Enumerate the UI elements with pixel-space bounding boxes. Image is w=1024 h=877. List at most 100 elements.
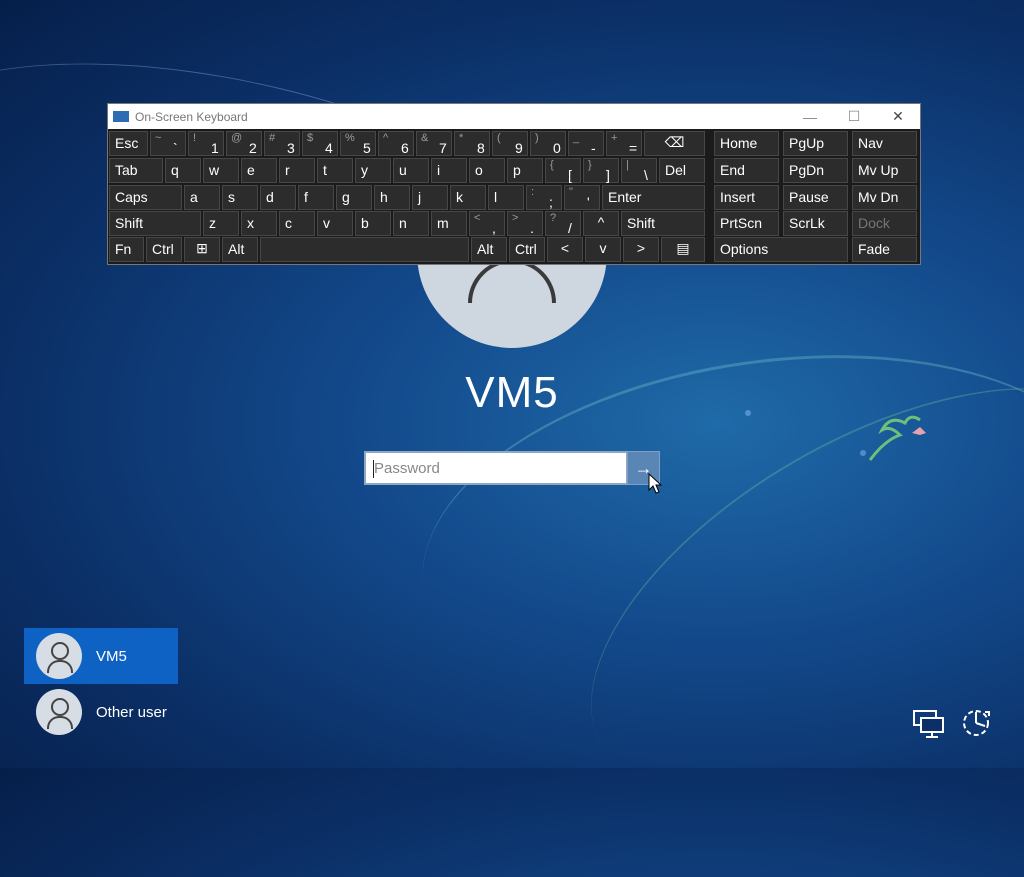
ease-of-access-icon[interactable]: [959, 706, 993, 740]
key-1[interactable]: ! 1: [188, 131, 224, 156]
key-z[interactable]: z: [203, 211, 239, 236]
key-minus[interactable]: _ -: [568, 131, 604, 156]
key-d[interactable]: d: [260, 185, 296, 210]
key-right[interactable]: >: [623, 237, 659, 262]
key-e[interactable]: e: [241, 158, 277, 183]
key-t[interactable]: t: [317, 158, 353, 183]
key-enter[interactable]: Enter: [602, 185, 705, 210]
key-s[interactable]: s: [222, 185, 258, 210]
key-k[interactable]: k: [450, 185, 486, 210]
key-down[interactable]: v: [585, 237, 621, 262]
key-lbracket[interactable]: {[: [545, 158, 581, 183]
key-l[interactable]: l: [488, 185, 524, 210]
key-u[interactable]: u: [393, 158, 429, 183]
key-v[interactable]: v: [317, 211, 353, 236]
key-lshift[interactable]: Shift: [109, 211, 201, 236]
key-backspace[interactable]: ⌫: [644, 131, 705, 156]
key-n[interactable]: n: [393, 211, 429, 236]
key-pgdn[interactable]: PgDn: [783, 158, 848, 183]
network-icon[interactable]: [911, 706, 945, 740]
osk-titlebar[interactable]: On-Screen Keyboard — ☐ ✕: [108, 104, 920, 129]
key-label: f: [304, 189, 308, 205]
key-scrlk[interactable]: ScrLk: [783, 211, 848, 236]
maximize-icon: ☐: [847, 108, 861, 124]
key-label: Shift: [115, 215, 144, 231]
key-0[interactable]: ) 0: [530, 131, 566, 156]
key-mvup[interactable]: Mv Up: [852, 158, 917, 183]
key-nav[interactable]: Nav: [852, 131, 917, 156]
key-7[interactable]: & 7: [416, 131, 452, 156]
key-5[interactable]: % 5: [340, 131, 376, 156]
key-quote[interactable]: " ': [564, 185, 600, 210]
key-label: ': [587, 194, 590, 210]
key-label: PgDn: [789, 162, 825, 178]
key-comma[interactable]: <,: [469, 211, 505, 236]
password-field[interactable]: [364, 451, 628, 485]
key-4[interactable]: $4: [302, 131, 338, 156]
key-r[interactable]: r: [279, 158, 315, 183]
key-rbracket[interactable]: }]: [583, 158, 619, 183]
key-9[interactable]: (9: [492, 131, 528, 156]
key-m[interactable]: m: [431, 211, 467, 236]
osk-keys: Esc ~ `! 1 @2 #3 $4% 5 ^ 6 & 7 * 8(9) 0 _ - + = ⌫ Home PgUp Na…: [109, 131, 920, 264]
key-q[interactable]: q: [165, 158, 201, 183]
key-i[interactable]: i: [431, 158, 467, 183]
key-f[interactable]: f: [298, 185, 334, 210]
key-j[interactable]: j: [412, 185, 448, 210]
key-rshift[interactable]: Shift: [621, 211, 705, 236]
key-tab[interactable]: Tab: [109, 158, 163, 183]
key-y[interactable]: y: [355, 158, 391, 183]
key-tilde[interactable]: ~ `: [150, 131, 186, 156]
key-p[interactable]: p: [507, 158, 543, 183]
key-a[interactable]: a: [184, 185, 220, 210]
maximize-button[interactable]: ☐: [832, 104, 876, 129]
key-backslash[interactable]: | \: [621, 158, 657, 183]
key-up[interactable]: ^: [583, 211, 619, 236]
key-ralt[interactable]: Alt: [471, 237, 507, 262]
user-list-item-other-user[interactable]: Other user: [24, 684, 178, 740]
key-pgup[interactable]: PgUp: [783, 131, 848, 156]
key-lalt[interactable]: Alt: [222, 237, 258, 262]
key-label: 1: [211, 140, 219, 156]
key-menu-icon: ▤: [676, 240, 690, 256]
key-space[interactable]: [260, 237, 469, 262]
key-prtscn[interactable]: PrtScn: [714, 211, 779, 236]
key-2[interactable]: @2: [226, 131, 262, 156]
key-o[interactable]: o: [469, 158, 505, 183]
key-b[interactable]: b: [355, 211, 391, 236]
minimize-button[interactable]: —: [788, 104, 832, 129]
key-caps[interactable]: Caps: [109, 185, 182, 210]
key-w[interactable]: w: [203, 158, 239, 183]
key-period[interactable]: >.: [507, 211, 543, 236]
key-end[interactable]: End: [714, 158, 779, 183]
user-list-item-vm5[interactable]: VM5: [24, 628, 178, 684]
key-mvdn[interactable]: Mv Dn: [852, 185, 917, 210]
key-menu[interactable]: ▤: [661, 237, 705, 262]
key-x[interactable]: x: [241, 211, 277, 236]
password-input[interactable]: [366, 453, 626, 483]
key-pause[interactable]: Pause: [783, 185, 848, 210]
key-c[interactable]: c: [279, 211, 315, 236]
key-equals[interactable]: + =: [606, 131, 642, 156]
key-label: Options: [720, 241, 769, 257]
key-home[interactable]: Home: [714, 131, 779, 156]
key-options[interactable]: Options: [714, 237, 848, 262]
key-insert[interactable]: Insert: [714, 185, 779, 210]
key-semicolon[interactable]: :;: [526, 185, 562, 210]
key-dock[interactable]: Dock: [852, 211, 917, 236]
key-3[interactable]: #3: [264, 131, 300, 156]
key-g[interactable]: g: [336, 185, 372, 210]
key-8[interactable]: * 8: [454, 131, 490, 156]
close-button[interactable]: ✕: [876, 104, 920, 129]
key-esc[interactable]: Esc: [109, 131, 148, 156]
key-fn[interactable]: Fn: [109, 237, 144, 262]
key-h[interactable]: h: [374, 185, 410, 210]
key-win[interactable]: ⊞: [184, 237, 220, 262]
key-lctrl[interactable]: Ctrl: [146, 237, 182, 262]
key-rctrl[interactable]: Ctrl: [509, 237, 545, 262]
key-6[interactable]: ^ 6: [378, 131, 414, 156]
key-slash[interactable]: ? /: [545, 211, 581, 236]
key-left[interactable]: <: [547, 237, 583, 262]
key-del[interactable]: Del: [659, 158, 705, 183]
key-fade[interactable]: Fade: [852, 237, 917, 262]
